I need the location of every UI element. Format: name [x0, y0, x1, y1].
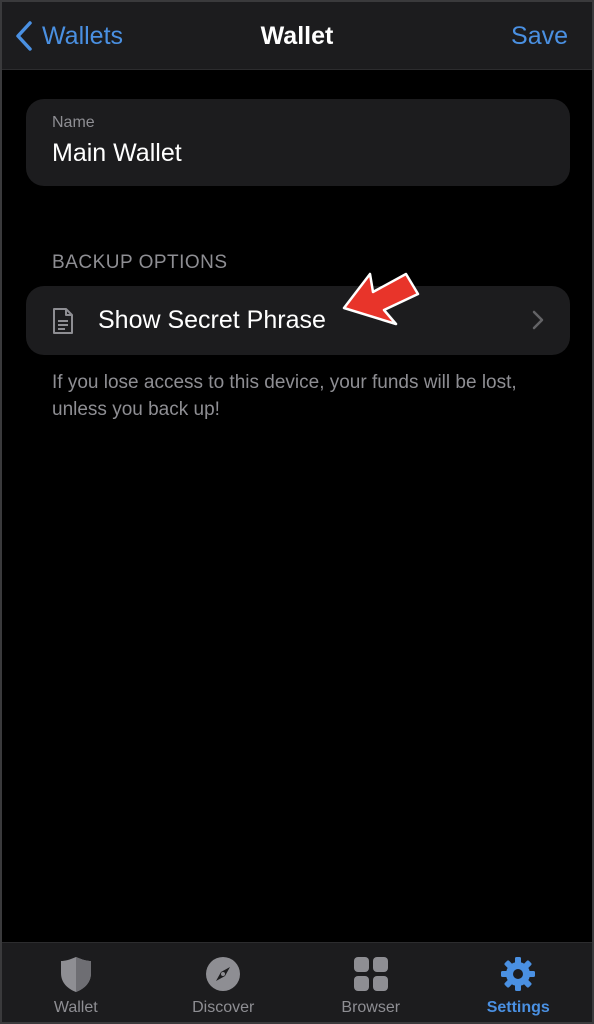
annotation-arrow-icon: [342, 272, 420, 326]
tab-label-settings: Settings: [486, 999, 550, 1016]
save-button[interactable]: Save: [511, 22, 568, 51]
name-field-value[interactable]: Main Wallet: [52, 139, 182, 168]
backup-warning-text: If you lose access to this device, your …: [52, 372, 517, 420]
wallet-settings-screen: Wallets Wallet Save Name Main Wallet BAC…: [0, 0, 594, 1024]
tab-label-wallet: Wallet: [53, 999, 98, 1016]
gear-icon: [501, 957, 536, 991]
show-secret-phrase-label: Show Secret Phrase: [98, 306, 326, 334]
navigation-bar: Wallets Wallet Save: [2, 2, 592, 70]
page-title: Wallet: [260, 22, 334, 50]
tab-wallet[interactable]: Wallet: [2, 943, 150, 1022]
shield-icon: [60, 957, 91, 992]
compass-icon: [206, 957, 241, 991]
grid-icon: [353, 957, 388, 991]
tab-settings[interactable]: Settings: [445, 943, 593, 1022]
name-field-label: Name: [52, 114, 95, 131]
backup-options-header: BACKUP OPTIONS: [52, 252, 228, 273]
chevron-right-icon: [532, 310, 544, 330]
tab-discover[interactable]: Discover: [150, 943, 298, 1022]
tab-bar: Wallet Discover Browser Settings: [2, 942, 592, 1022]
document-icon: [53, 308, 73, 334]
show-secret-phrase-row[interactable]: Show Secret Phrase: [26, 286, 570, 355]
tab-label-discover: Discover: [192, 999, 255, 1016]
tab-browser[interactable]: Browser: [297, 943, 445, 1022]
tab-label-browser: Browser: [341, 999, 401, 1016]
wallet-name-field[interactable]: Name Main Wallet: [26, 99, 570, 186]
